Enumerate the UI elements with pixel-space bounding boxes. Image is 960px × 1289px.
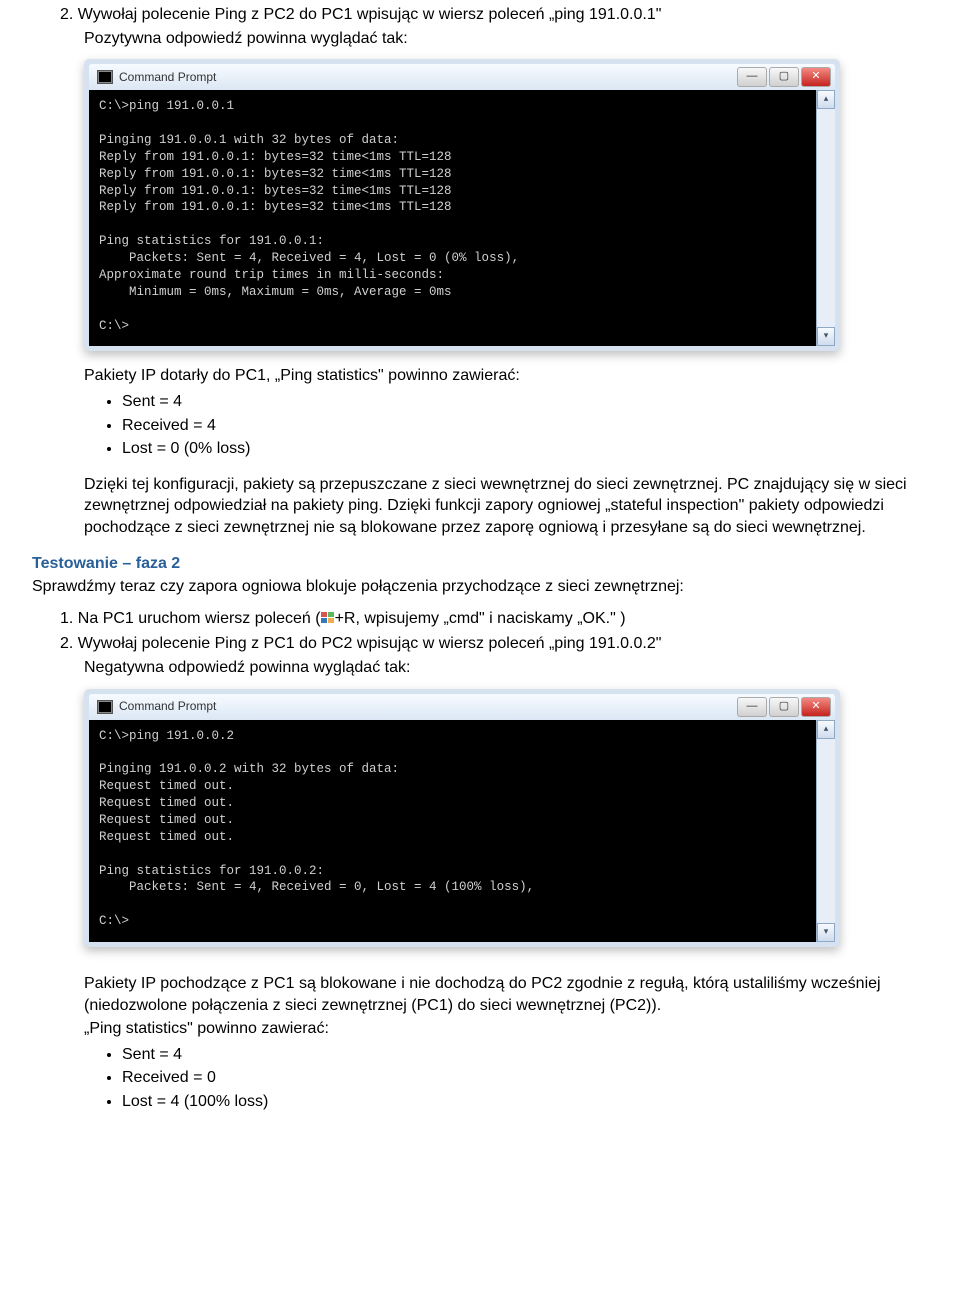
step-2-sub: Pozytywna odpowiedź powinna wyglądać tak…: [84, 28, 928, 50]
console-output: C:\>ping 191.0.0.2 Pinging 191.0.0.2 wit…: [89, 720, 816, 943]
cmd-icon: [97, 700, 113, 714]
minimize-button[interactable]: —: [737, 697, 767, 717]
maximize-button[interactable]: ▢: [769, 697, 799, 717]
explanation-2: Pakiety IP pochodzące z PC1 są blokowane…: [84, 973, 928, 1016]
list-item: Received = 4: [122, 415, 928, 437]
list-item: Sent = 4: [122, 1044, 928, 1066]
scroll-track[interactable]: [817, 109, 835, 327]
step-1-text-a: 1. Na PC1 uruchom wiersz poleceń (: [60, 610, 321, 627]
command-prompt-window-1: Command Prompt — ▢ ✕ C:\>ping 191.0.0.1 …: [84, 59, 840, 351]
maximize-button[interactable]: ▢: [769, 67, 799, 87]
result-bullets-1: Sent = 4 Received = 4 Lost = 0 (0% loss): [122, 391, 928, 460]
scroll-up-button[interactable]: ▴: [817, 90, 835, 109]
step-1-text-b: +R, wpisujemy „cmd" i naciskamy „OK." ): [335, 610, 626, 627]
result-bullets-2: Sent = 4 Received = 0 Lost = 4 (100% los…: [122, 1044, 928, 1113]
list-item: Lost = 0 (0% loss): [122, 438, 928, 460]
window-title: Command Prompt: [119, 698, 216, 714]
heading-testowanie-faza-2: Testowanie – faza 2: [32, 553, 928, 575]
windows-key-icon: [321, 612, 335, 624]
list-item: Received = 0: [122, 1067, 928, 1089]
minimize-button[interactable]: —: [737, 67, 767, 87]
window-title: Command Prompt: [119, 69, 216, 85]
list-item: Lost = 4 (100% loss): [122, 1091, 928, 1113]
scrollbar[interactable]: ▴ ▾: [816, 720, 835, 943]
step-2b-text: 2. Wywołaj polecenie Ping z PC1 do PC2 w…: [60, 633, 928, 655]
faza2-intro: Sprawdźmy teraz czy zapora ogniowa bloku…: [32, 576, 928, 598]
close-button[interactable]: ✕: [801, 697, 831, 717]
step-2-text: 2. Wywołaj polecenie Ping z PC2 do PC1 w…: [60, 4, 928, 26]
console-output: C:\>ping 191.0.0.1 Pinging 191.0.0.1 wit…: [89, 90, 816, 346]
titlebar: Command Prompt — ▢ ✕: [89, 694, 835, 720]
scrollbar[interactable]: ▴ ▾: [816, 90, 835, 346]
scroll-down-button[interactable]: ▾: [817, 923, 835, 942]
scroll-up-button[interactable]: ▴: [817, 720, 835, 739]
step-2b-sub: Negatywna odpowiedź powinna wyglądać tak…: [84, 657, 928, 679]
command-prompt-window-2: Command Prompt — ▢ ✕ C:\>ping 191.0.0.2 …: [84, 689, 840, 948]
scroll-track[interactable]: [817, 739, 835, 924]
cmd-icon: [97, 70, 113, 84]
result-line: Pakiety IP dotarły do PC1, „Ping statist…: [84, 365, 928, 387]
close-button[interactable]: ✕: [801, 67, 831, 87]
scroll-down-button[interactable]: ▾: [817, 327, 835, 346]
titlebar: Command Prompt — ▢ ✕: [89, 64, 835, 90]
list-item: Sent = 4: [122, 391, 928, 413]
step-1-text: 1. Na PC1 uruchom wiersz poleceń ( +R, wp…: [60, 608, 928, 630]
result-line-2: „Ping statistics" powinno zawierać:: [84, 1018, 928, 1040]
explanation-1: Dzięki tej konfiguracji, pakiety są prze…: [84, 474, 928, 539]
